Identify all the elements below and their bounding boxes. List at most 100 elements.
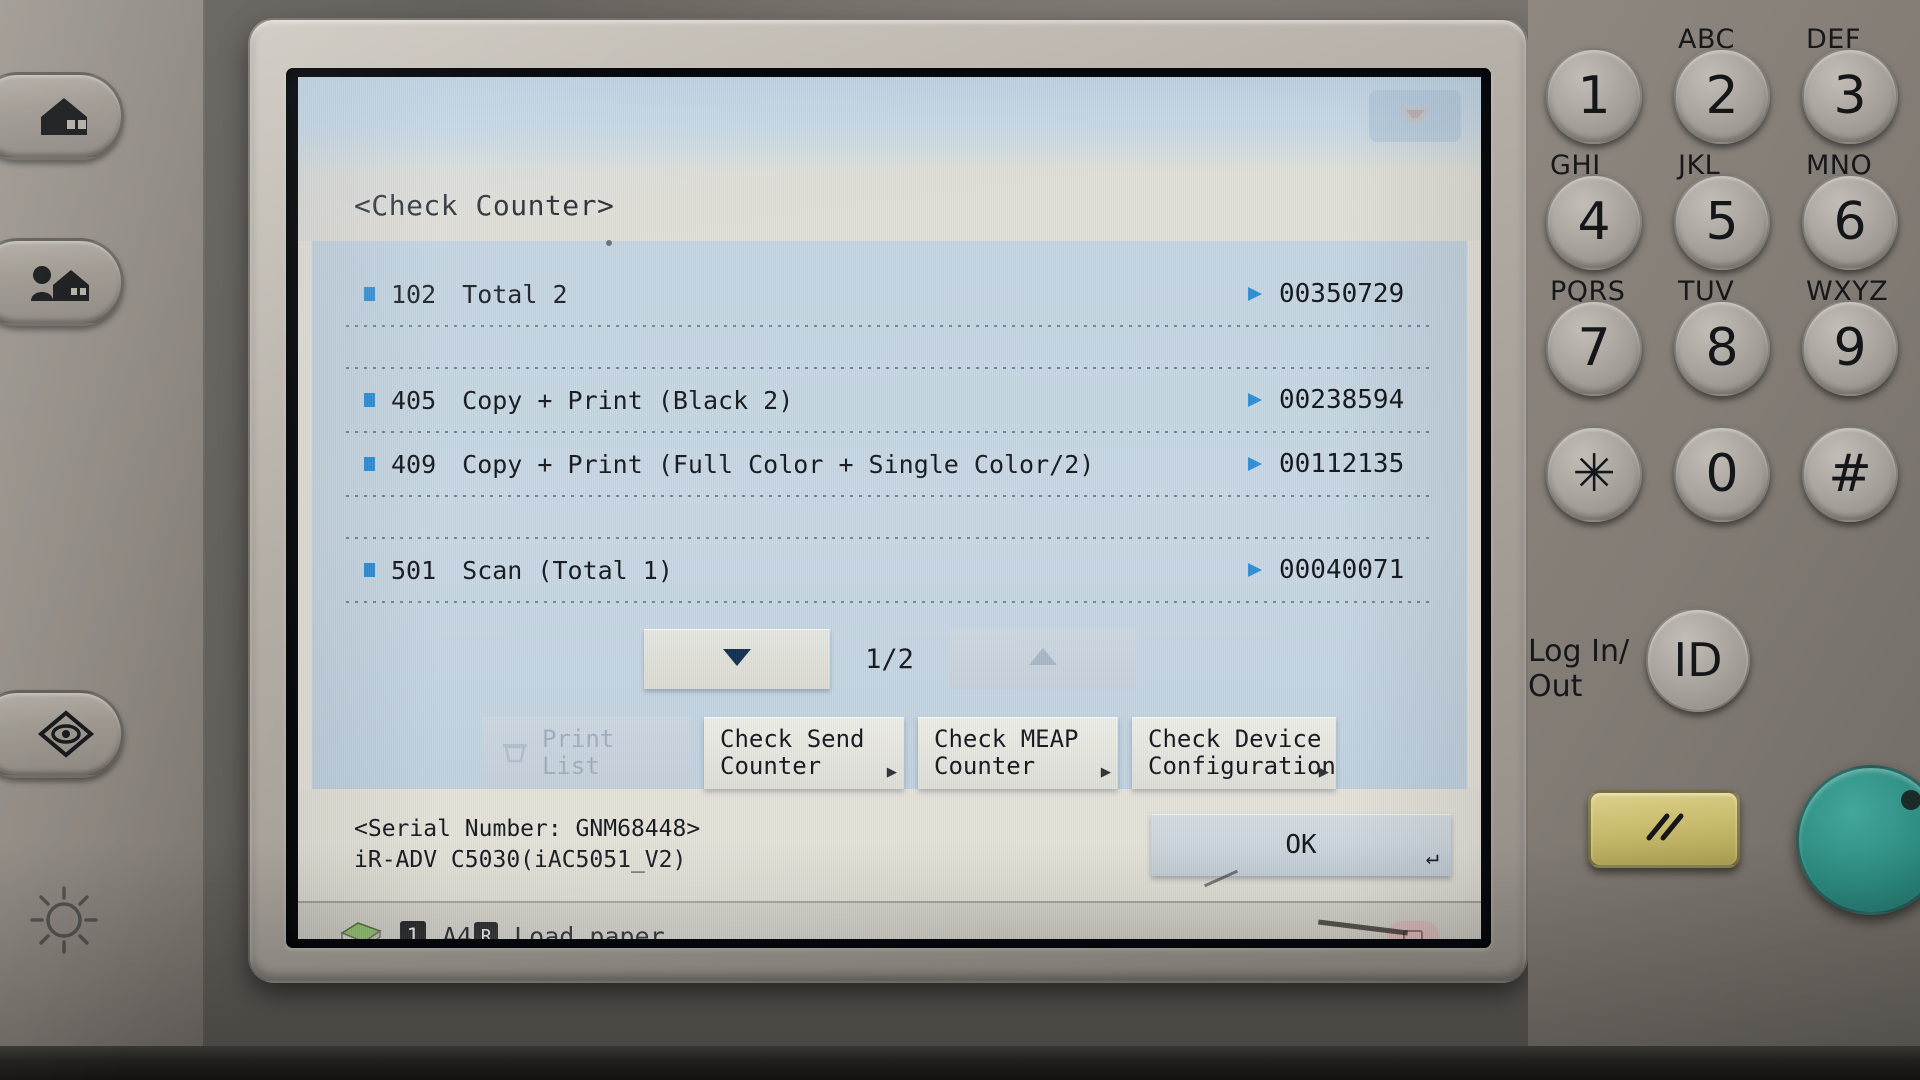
bullet-icon xyxy=(364,287,375,301)
counter-label: Scan (Total 1) xyxy=(462,555,673,585)
key-4[interactable]: GHI 4 xyxy=(1538,150,1650,270)
print-list-label: Print List xyxy=(542,724,615,780)
submenu-arrow-icon: ▶ xyxy=(1100,761,1111,782)
ok-button[interactable]: OK ↵ xyxy=(1151,814,1451,876)
right-triangle-icon xyxy=(1245,561,1265,579)
key-digit: 1 xyxy=(1546,48,1642,144)
keypad-row: PQRS 7 TUV 8 WXYZ 9 xyxy=(1538,276,1906,396)
key-asterisk[interactable]: ✳ xyxy=(1538,408,1650,522)
key-digit: 6 xyxy=(1802,174,1898,270)
person-home-icon xyxy=(29,259,95,305)
start-key[interactable] xyxy=(1796,765,1920,915)
key-8[interactable]: TUV 8 xyxy=(1666,276,1778,396)
machine-base xyxy=(0,1046,1920,1080)
check-send-counter-button[interactable]: Check Send Counter ▶ xyxy=(704,717,904,789)
touch-panel-frame: <Check Counter> 102 Total 2 00350729 405… xyxy=(286,68,1491,948)
triangle-up-icon xyxy=(1026,646,1060,672)
check-device-configuration-button[interactable]: Check Device Configuration ▶ xyxy=(1132,717,1336,789)
left-hardkey-panel xyxy=(0,0,205,1080)
key-0[interactable]: 0 xyxy=(1666,408,1778,522)
row-divider xyxy=(346,601,1433,603)
paper-size-label: A4 xyxy=(442,921,473,940)
paper-stack-icon xyxy=(338,917,384,939)
log-in-out-text: Log In/ Out xyxy=(1528,633,1630,704)
page-title-row: <Check Counter> xyxy=(298,169,1481,241)
serial-info: <Serial Number: GNM68448> iR-ADV C5030(i… xyxy=(354,814,1131,876)
counter-id: 405 xyxy=(391,385,437,415)
key-hash[interactable]: # xyxy=(1794,408,1906,522)
counter-group: 501 Scan (Total 1) 00040071 xyxy=(342,537,1437,603)
counter-group: 405 Copy + Print (Black 2) 00238594 409 … xyxy=(342,367,1437,497)
counter-label: Copy + Print (Full Color + Single Color/… xyxy=(462,449,1095,479)
check-device-configuration-label: Check Device Configuration xyxy=(1148,724,1336,780)
counter-id: 409 xyxy=(391,449,437,479)
printer-icon xyxy=(500,736,530,770)
counter-value: 00040071 xyxy=(1279,555,1405,585)
counter-value: 00112135 xyxy=(1279,449,1405,479)
key-digit: 5 xyxy=(1674,174,1770,270)
touch-panel-bezel: <Check Counter> 102 Total 2 00350729 405… xyxy=(248,18,1528,983)
paper-size: A4 R xyxy=(442,921,499,940)
key-digit: 8 xyxy=(1674,300,1770,396)
key-digit: 0 xyxy=(1674,426,1770,522)
start-indicator-dot xyxy=(1901,790,1920,810)
status-bar: 1 A4 R Load paper. xyxy=(298,901,1481,939)
counter-row[interactable]: 501 Scan (Total 1) 00040071 xyxy=(342,539,1437,601)
action-button-row: Print List Check Send Counter ▶ Check ME… xyxy=(342,717,1437,789)
triangle-down-icon xyxy=(720,646,754,672)
tray-icon[interactable] xyxy=(1369,90,1461,142)
brightness-dial[interactable] xyxy=(22,880,106,964)
counter-label: Total 2 xyxy=(462,279,568,309)
key-5[interactable]: JKL 5 xyxy=(1666,150,1778,270)
print-list-button[interactable]: Print List xyxy=(482,717,690,789)
numeric-keypad: 1 ABC 2 DEF 3 GHI 4 JKL 5 MNO 6 PQRS 7 T… xyxy=(1538,24,1906,534)
right-triangle-icon xyxy=(1245,455,1265,473)
model-name: iR-ADV C5030(iAC5051_V2) xyxy=(354,847,687,873)
check-meap-counter-button[interactable]: Check MEAP Counter ▶ xyxy=(918,717,1118,789)
bullet-icon xyxy=(364,563,375,577)
id-key[interactable]: ID xyxy=(1646,608,1750,712)
key-digit: 4 xyxy=(1546,174,1642,270)
paper-orientation-badge: R xyxy=(474,922,499,939)
key-1[interactable]: 1 xyxy=(1538,30,1650,144)
page-indicator: 1/2 xyxy=(865,643,914,675)
key-digit: 7 xyxy=(1546,300,1642,396)
counter-row[interactable]: 102 Total 2 00350729 xyxy=(342,263,1437,325)
check-meap-counter-label: Check MEAP Counter xyxy=(934,724,1079,780)
sun-icon xyxy=(26,882,102,962)
counter-row[interactable]: 405 Copy + Print (Black 2) 00238594 xyxy=(342,369,1437,431)
clear-key[interactable] xyxy=(1588,790,1740,868)
keypad-row: GHI 4 JKL 5 MNO 6 xyxy=(1538,150,1906,270)
key-3[interactable]: DEF 3 xyxy=(1794,24,1906,144)
key-7[interactable]: PQRS 7 xyxy=(1538,276,1650,396)
page-up-button[interactable] xyxy=(949,629,1136,689)
quick-menu-hardkey[interactable] xyxy=(0,238,124,326)
main-menu-hardkey[interactable] xyxy=(0,72,124,160)
page-title: <Check Counter> xyxy=(354,188,615,222)
row-divider xyxy=(346,495,1433,497)
accessibility-hardkey[interactable] xyxy=(0,690,124,778)
submenu-arrow-icon: ▶ xyxy=(886,761,897,782)
bullet-icon xyxy=(364,393,375,407)
right-triangle-icon xyxy=(1245,285,1265,303)
key-digit: ✳ xyxy=(1546,426,1642,522)
lcd-top-band xyxy=(298,77,1481,169)
key-9[interactable]: WXYZ 9 xyxy=(1794,276,1906,396)
counter-row[interactable]: 409 Copy + Print (Full Color + Single Co… xyxy=(342,433,1437,495)
counter-group: 102 Total 2 00350729 xyxy=(342,263,1437,327)
counter-id: 102 xyxy=(391,279,437,309)
lcd-screen: <Check Counter> 102 Total 2 00350729 405… xyxy=(298,77,1481,939)
counter-id: 501 xyxy=(391,555,437,585)
right-triangle-icon xyxy=(1245,391,1265,409)
key-digit: 9 xyxy=(1802,300,1898,396)
serial-number: <Serial Number: GNM68448> xyxy=(354,816,701,843)
keypad-panel: 1 ABC 2 DEF 3 GHI 4 JKL 5 MNO 6 PQRS 7 T… xyxy=(1528,0,1920,1080)
return-arrow-icon: ↵ xyxy=(1425,845,1439,870)
page-down-button[interactable] xyxy=(643,629,830,689)
key-2[interactable]: ABC 2 xyxy=(1666,24,1778,144)
key-6[interactable]: MNO 6 xyxy=(1794,150,1906,270)
id-key-label: ID xyxy=(1673,633,1723,687)
clear-icon xyxy=(1633,804,1695,854)
check-send-counter-label: Check Send Counter xyxy=(720,724,865,780)
